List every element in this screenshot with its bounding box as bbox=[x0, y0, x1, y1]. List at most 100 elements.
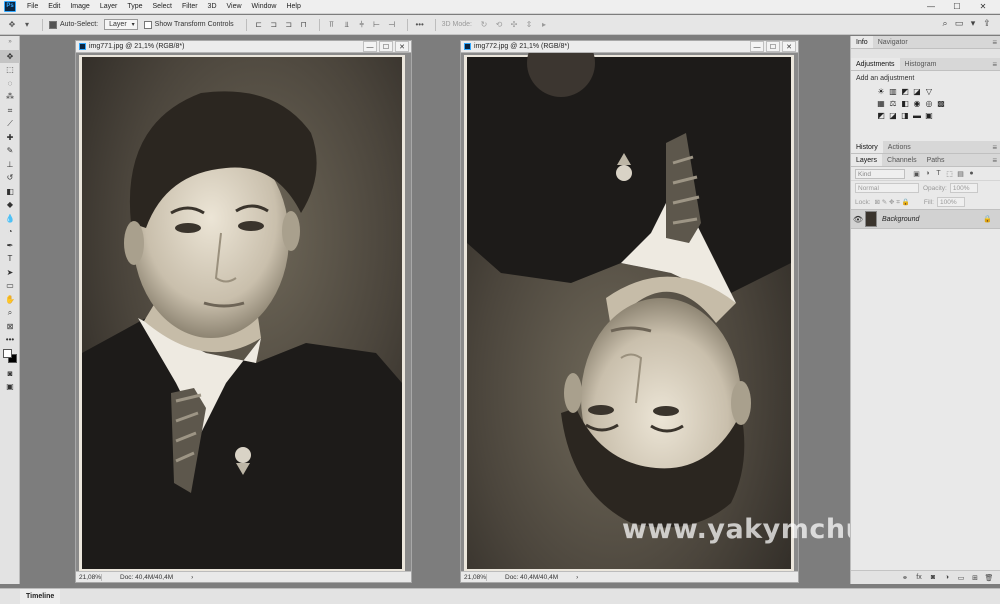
chevron-right-icon[interactable]: › bbox=[576, 574, 578, 581]
tab-navigator[interactable]: Navigator bbox=[873, 36, 913, 48]
panel-menu-icon[interactable]: ≡ bbox=[992, 154, 997, 167]
tab-info[interactable]: Info bbox=[851, 36, 873, 48]
align-left-icon[interactable]: ⊏ bbox=[253, 19, 265, 31]
distribute-right-icon[interactable]: ⊣ bbox=[386, 19, 398, 31]
threshold-icon[interactable]: ◨ bbox=[899, 111, 911, 121]
maximize-icon[interactable]: ☐ bbox=[944, 0, 970, 14]
tab-histogram[interactable]: Histogram bbox=[900, 58, 942, 70]
fill-field[interactable]: 100% bbox=[936, 197, 965, 207]
tab-paths[interactable]: Paths bbox=[922, 154, 950, 166]
curves-icon[interactable]: ◩ bbox=[899, 87, 911, 97]
minimize-icon[interactable]: — bbox=[750, 41, 764, 52]
zoom-level[interactable]: 21,08% bbox=[461, 573, 487, 581]
type-tool[interactable]: T bbox=[0, 252, 20, 266]
auto-select-option[interactable]: Auto-Select: bbox=[49, 20, 98, 29]
menu-view[interactable]: View bbox=[222, 0, 247, 14]
selective-color-icon[interactable]: ▣ bbox=[923, 111, 935, 121]
scale-3d-icon[interactable]: ▸ bbox=[538, 19, 550, 31]
minimize-icon[interactable]: — bbox=[363, 41, 377, 52]
delete-layer-icon[interactable]: 🗑 bbox=[982, 574, 996, 582]
toolbox-grip-icon[interactable]: » bbox=[0, 36, 20, 50]
close-icon[interactable]: ✕ bbox=[395, 41, 409, 52]
dodge-tool[interactable]: ◔ bbox=[0, 225, 20, 239]
distribute-top-icon[interactable]: ⫪ bbox=[326, 19, 338, 31]
pan-3d-icon[interactable]: ✣ bbox=[508, 19, 520, 31]
posterize-icon[interactable]: ◪ bbox=[887, 111, 899, 121]
panel-menu-icon[interactable]: ≡ bbox=[992, 36, 997, 49]
clone-stamp-tool[interactable]: ⊥ bbox=[0, 158, 20, 172]
marquee-tool[interactable]: ⬚ bbox=[0, 63, 20, 77]
maximize-icon[interactable]: ☐ bbox=[766, 41, 780, 52]
tab-timeline[interactable]: Timeline bbox=[20, 589, 61, 604]
layer-row-background[interactable]: 👁 Background 🔒 bbox=[851, 209, 1000, 229]
healing-brush-tool[interactable]: ✚ bbox=[0, 131, 20, 145]
workspace-icon[interactable]: ▭ bbox=[952, 18, 966, 29]
slide-3d-icon[interactable]: ⇕ bbox=[523, 19, 535, 31]
tab-actions[interactable]: Actions bbox=[883, 141, 916, 153]
roll-3d-icon[interactable]: ⟲ bbox=[493, 19, 505, 31]
show-transform-option[interactable]: Show Transform Controls bbox=[143, 20, 234, 29]
eraser-tool[interactable]: ◧ bbox=[0, 185, 20, 199]
type-filter-icon[interactable]: T bbox=[933, 170, 944, 178]
panel-menu-icon[interactable]: ≡ bbox=[992, 58, 997, 71]
maximize-icon[interactable]: ☐ bbox=[379, 41, 393, 52]
opacity-field[interactable]: 100% bbox=[949, 183, 978, 193]
menu-window[interactable]: Window bbox=[247, 0, 282, 14]
tool-preset-dropdown-icon[interactable]: ▾ bbox=[21, 19, 33, 31]
path-selection-tool[interactable]: ➤ bbox=[0, 266, 20, 280]
document-window-1[interactable]: img771.jpg @ 21,1% (RGB/8*) — ☐ ✕ 21,08%… bbox=[75, 40, 412, 583]
blur-tool[interactable]: 💧 bbox=[0, 212, 20, 226]
tab-channels[interactable]: Channels bbox=[882, 154, 922, 166]
gradient-map-icon[interactable]: ▬ bbox=[911, 111, 923, 121]
rectangle-tool[interactable]: ▭ bbox=[0, 279, 20, 293]
filter-kind-dropdown[interactable]: Kind bbox=[855, 168, 905, 179]
lasso-tool[interactable]: ◌ bbox=[0, 77, 20, 91]
tab-adjustments[interactable]: Adjustments bbox=[851, 58, 900, 70]
more-options-icon[interactable]: ••• bbox=[414, 19, 426, 31]
document-titlebar[interactable]: img772.jpg @ 21,1% (RGB/8*) — ☐ ✕ bbox=[461, 41, 798, 53]
new-group-icon[interactable]: ▭ bbox=[954, 574, 968, 582]
auto-select-checkbox[interactable] bbox=[49, 20, 57, 29]
close-icon[interactable]: ✕ bbox=[970, 0, 996, 14]
zoom-level[interactable]: 21,08% bbox=[76, 573, 102, 581]
search-icon[interactable]: ⌕ bbox=[938, 18, 952, 29]
distribute-bottom-icon[interactable]: ⫩ bbox=[356, 19, 368, 31]
edit-toolbar-icon[interactable]: ••• bbox=[0, 333, 20, 347]
menu-file[interactable]: File bbox=[22, 0, 43, 14]
tab-layers[interactable]: Layers bbox=[851, 154, 883, 166]
auto-select-target-dropdown[interactable]: Layer bbox=[104, 19, 138, 30]
quick-select-tool[interactable]: ⁂ bbox=[0, 90, 20, 104]
menu-type[interactable]: Type bbox=[122, 0, 147, 14]
workspace-dropdown-icon[interactable]: ▾ bbox=[966, 18, 980, 29]
chevron-right-icon[interactable]: › bbox=[191, 574, 193, 581]
layer-style-icon[interactable]: fx bbox=[912, 574, 926, 581]
vibrance-icon[interactable]: ▽ bbox=[923, 87, 935, 97]
align-top-icon[interactable]: ⊓ bbox=[298, 19, 310, 31]
foreground-color-swatch[interactable] bbox=[3, 348, 12, 358]
color-balance-icon[interactable]: ⚖ bbox=[887, 99, 899, 109]
minimize-icon[interactable]: — bbox=[918, 0, 944, 14]
move-tool-icon[interactable]: ✥ bbox=[6, 19, 18, 31]
document-canvas[interactable] bbox=[76, 53, 411, 571]
adjustment-filter-icon[interactable]: ◑ bbox=[922, 170, 933, 178]
menu-edit[interactable]: Edit bbox=[43, 0, 65, 14]
filter-toggle-icon[interactable]: ● bbox=[966, 170, 977, 178]
brightness-contrast-icon[interactable]: ☀ bbox=[875, 87, 887, 97]
pen-tool[interactable]: ✒ bbox=[0, 239, 20, 253]
zoom-tool[interactable]: ⌕ bbox=[0, 306, 20, 320]
menu-image[interactable]: Image bbox=[65, 0, 94, 14]
panel-menu-icon[interactable]: ≡ bbox=[992, 141, 997, 154]
color-lookup-icon[interactable]: ▩ bbox=[935, 99, 947, 109]
exposure-icon[interactable]: ◪ bbox=[911, 87, 923, 97]
add-mask-icon[interactable]: ◙ bbox=[926, 574, 940, 581]
menu-select[interactable]: Select bbox=[148, 0, 177, 14]
menu-help[interactable]: Help bbox=[281, 0, 305, 14]
distribute-middle-icon[interactable]: ⫫ bbox=[341, 19, 353, 31]
show-transform-checkbox[interactable] bbox=[143, 20, 152, 29]
color-swatches[interactable] bbox=[0, 347, 20, 367]
smart-object-filter-icon[interactable]: ▤ bbox=[955, 170, 966, 178]
tab-history[interactable]: History bbox=[851, 141, 883, 153]
menu-filter[interactable]: Filter bbox=[177, 0, 203, 14]
align-center-icon[interactable]: ⊐ bbox=[268, 19, 280, 31]
distribute-left-icon[interactable]: ⊢ bbox=[371, 19, 383, 31]
